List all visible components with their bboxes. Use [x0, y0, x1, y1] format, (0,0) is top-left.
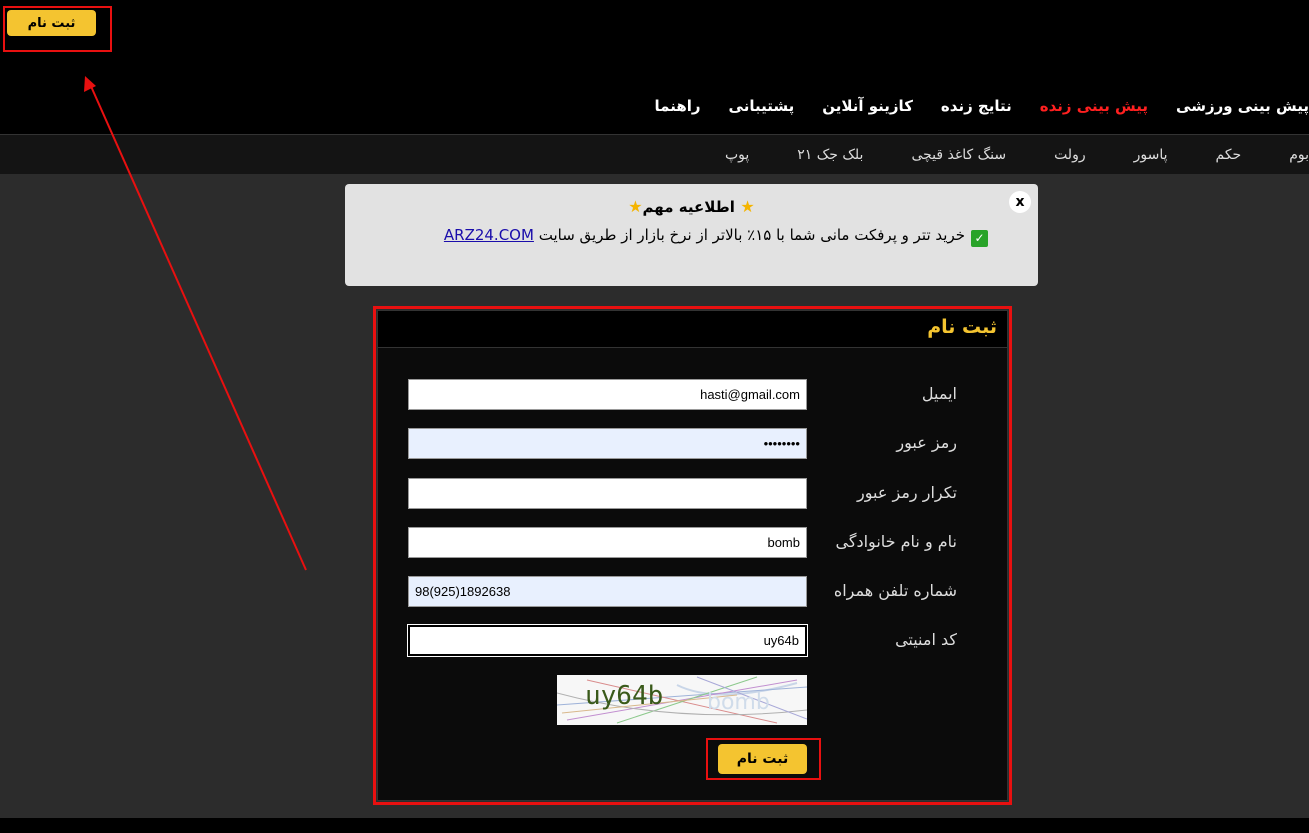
- games-nav-item-roulette[interactable]: رولت: [1054, 147, 1086, 163]
- games-nav-item-pasur[interactable]: پاسور: [1134, 147, 1168, 163]
- nav-item-support[interactable]: پشتیبانی: [729, 97, 795, 115]
- notice-link[interactable]: ARZ24.COM: [444, 226, 534, 244]
- header-register-button[interactable]: ثبت نام: [7, 10, 96, 36]
- games-nav-item-poop[interactable]: پوپ: [725, 147, 749, 163]
- captcha-label: کد امنیتی: [895, 630, 957, 649]
- site-header: ثبت نام پیش بینی ورزشی پیش بینی زنده نتا…: [0, 0, 1309, 134]
- captcha-image: bomb uy64b: [557, 675, 807, 725]
- annotation-box-submit: [706, 738, 821, 780]
- games-nav-item-blackjack[interactable]: بلک جک ۲۱: [797, 147, 863, 163]
- footer-bar: [0, 818, 1309, 833]
- games-nav-item-rock-paper-scissors[interactable]: سنگ کاغذ قیچی: [911, 147, 1006, 163]
- form-header: ثبت نام: [378, 311, 1007, 348]
- notice-banner: x ★اطلاعیه مهم ★ ✓خرید تتر و پرفکت مانی …: [345, 184, 1038, 286]
- check-icon: ✓: [971, 230, 988, 247]
- nav-item-live-results[interactable]: نتایج زنده: [941, 97, 1012, 115]
- games-nav-item-boom[interactable]: بوم: [1289, 147, 1309, 163]
- star-icon: ★: [628, 197, 643, 216]
- captcha-text: uy64b: [585, 681, 664, 711]
- register-form: ثبت نام ایمیل hasti@gmail.com رمز عبور •…: [377, 310, 1008, 801]
- games-nav-item-hokm[interactable]: حکم: [1216, 147, 1242, 163]
- phone-label: شماره تلفن همراه: [833, 581, 957, 600]
- nav-item-live-prediction[interactable]: پیش بینی زنده: [1040, 97, 1148, 115]
- nav-item-sports-prediction[interactable]: پیش بینی ورزشی: [1176, 97, 1309, 115]
- main-nav: پیش بینی ورزشی پیش بینی زنده نتایج زنده …: [627, 92, 1309, 120]
- email-label: ایمیل: [921, 384, 957, 403]
- form-title: ثبت نام: [927, 316, 997, 338]
- email-field[interactable]: hasti@gmail.com: [408, 379, 807, 410]
- svg-text:bomb: bomb: [707, 690, 770, 715]
- captcha-field[interactable]: uy64b: [407, 624, 808, 657]
- confirm-password-field[interactable]: [408, 478, 807, 509]
- nav-item-help[interactable]: راهنما: [655, 97, 701, 115]
- password-label: رمز عبور: [896, 433, 957, 452]
- confirm-password-label: تکرار رمز عبور: [857, 483, 957, 502]
- notice-text: ✓خرید تتر و پرفکت مانی شما با ۱۵٪ بالاتر…: [444, 226, 988, 247]
- phone-field[interactable]: 98(925)1892638: [408, 576, 807, 607]
- fullname-field[interactable]: bomb: [408, 527, 807, 558]
- password-field[interactable]: ••••••••: [408, 428, 807, 459]
- fullname-label: نام و نام خانوادگی: [835, 532, 957, 551]
- star-icon: ★: [734, 197, 755, 216]
- nav-item-online-casino[interactable]: کازینو آنلاین: [822, 97, 913, 115]
- games-nav: بوم حکم پاسور رولت سنگ کاغذ قیچی بلک جک …: [0, 134, 1309, 174]
- notice-title: ★اطلاعیه مهم ★: [628, 197, 755, 216]
